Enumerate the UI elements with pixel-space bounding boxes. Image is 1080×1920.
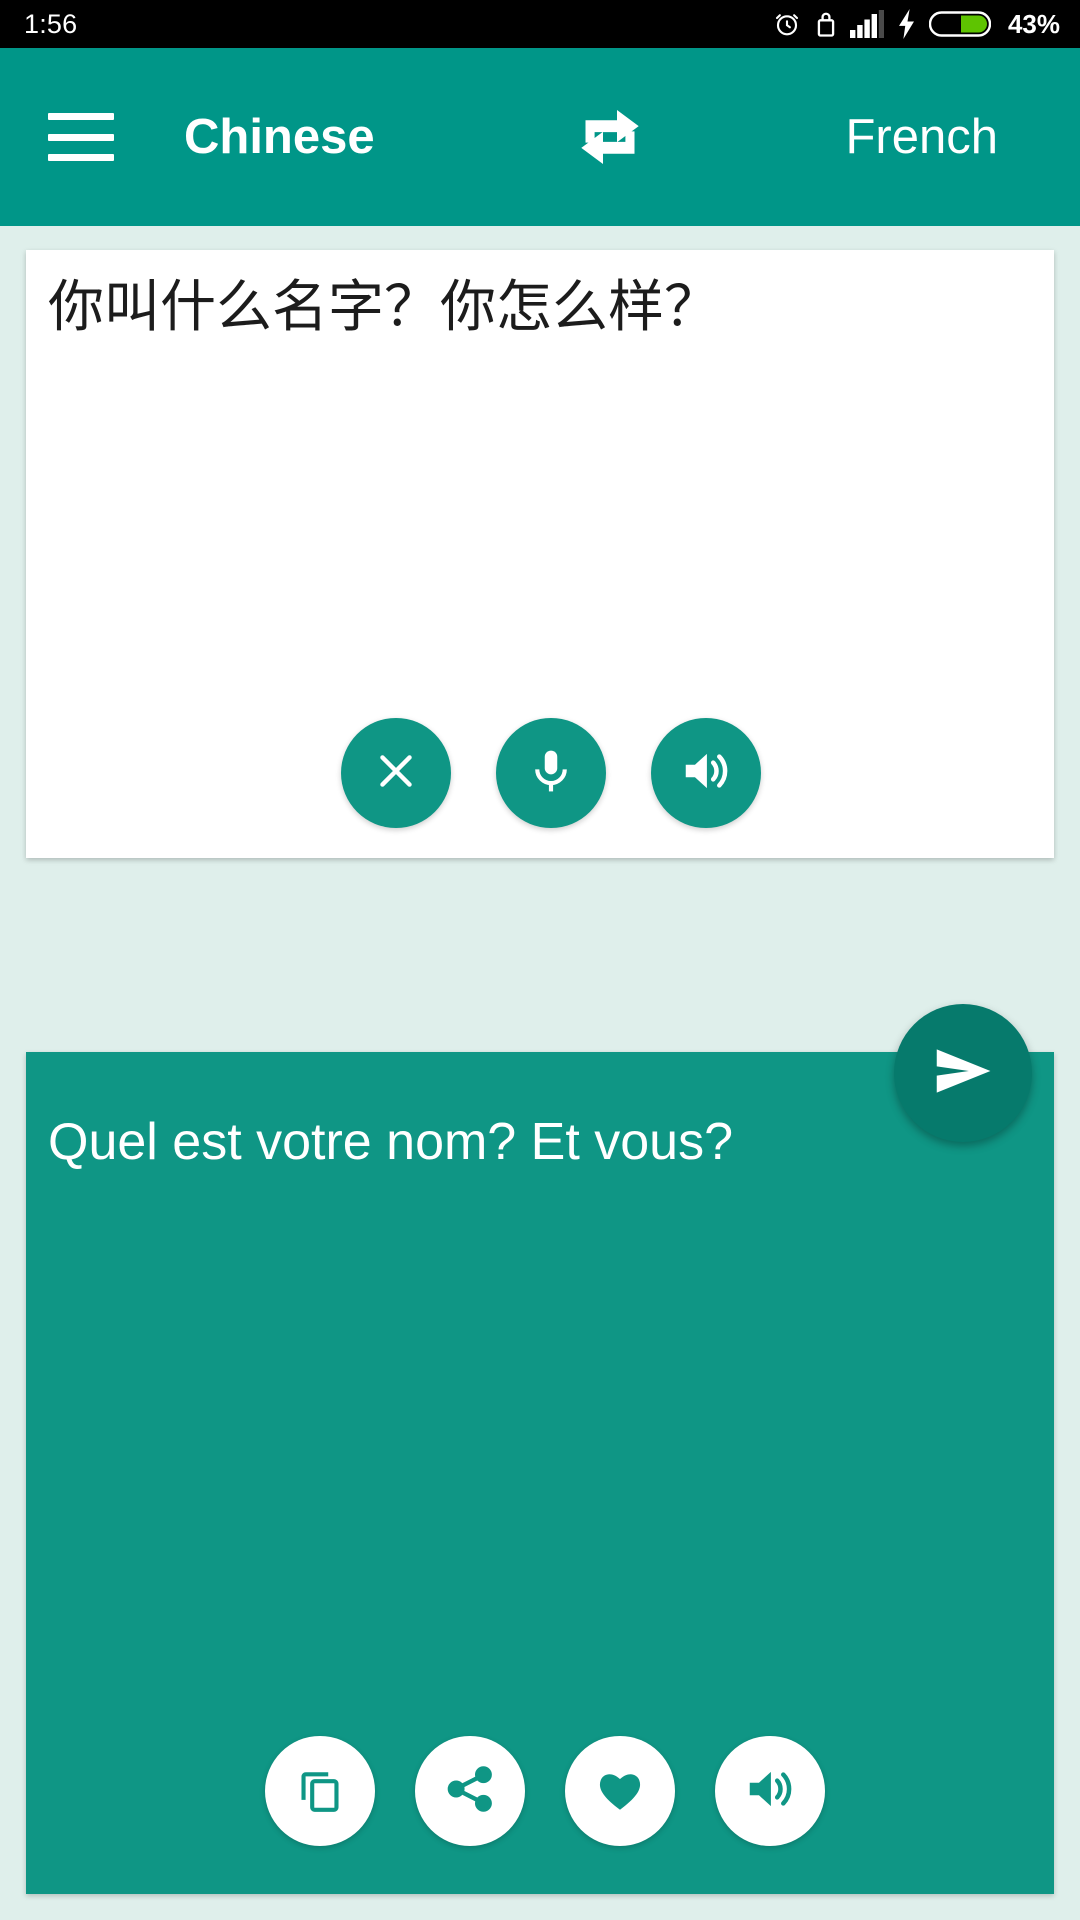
speak-source-button[interactable] — [651, 718, 761, 828]
translation-card[interactable]: Quel est votre nom? Et vous? — [26, 1052, 1054, 1894]
swap-languages-icon[interactable] — [562, 89, 658, 185]
send-icon — [928, 1036, 998, 1111]
charging-bolt-icon — [897, 9, 916, 39]
voice-input-button[interactable] — [496, 718, 606, 828]
app-bar: Chinese French — [0, 48, 1080, 226]
status-time: 1:56 — [24, 8, 78, 39]
favorite-button[interactable] — [565, 1736, 675, 1846]
heart-icon — [593, 1762, 647, 1821]
source-text[interactable]: 你叫什么名字？你怎么样？ — [48, 272, 1032, 341]
speaker-icon — [743, 1762, 797, 1821]
status-bar: 1:56 43% — [0, 0, 1080, 48]
status-icons: 43% — [772, 9, 1060, 39]
speaker-icon — [679, 744, 733, 803]
copy-icon — [294, 1763, 346, 1820]
translation-action-bar — [26, 1736, 1054, 1846]
signal-icon — [849, 10, 884, 38]
alarm-icon — [772, 9, 802, 39]
send-button[interactable] — [894, 1004, 1032, 1142]
translation-text[interactable]: Quel est votre nom? Et vous? — [48, 1110, 1032, 1175]
share-icon — [444, 1763, 496, 1820]
speak-translation-button[interactable] — [715, 1736, 825, 1846]
share-button[interactable] — [415, 1736, 525, 1846]
battery-icon — [928, 9, 991, 39]
copy-button[interactable] — [265, 1736, 375, 1846]
hamburger-menu-icon[interactable] — [48, 113, 114, 161]
clear-button[interactable] — [341, 718, 451, 828]
source-language-label[interactable]: Chinese — [184, 112, 375, 162]
battery-percent: 43% — [1007, 9, 1060, 39]
translator-screen: 1:56 43% Chinese French 你叫什么名字？你怎么样？ Que… — [0, 0, 1080, 1920]
microphone-icon — [526, 746, 576, 801]
target-language-label[interactable]: French — [845, 112, 998, 162]
close-icon — [371, 746, 421, 801]
source-action-bar — [26, 718, 1054, 828]
lock-icon — [815, 9, 837, 39]
source-text-card[interactable]: 你叫什么名字？你怎么样？ — [26, 250, 1054, 858]
